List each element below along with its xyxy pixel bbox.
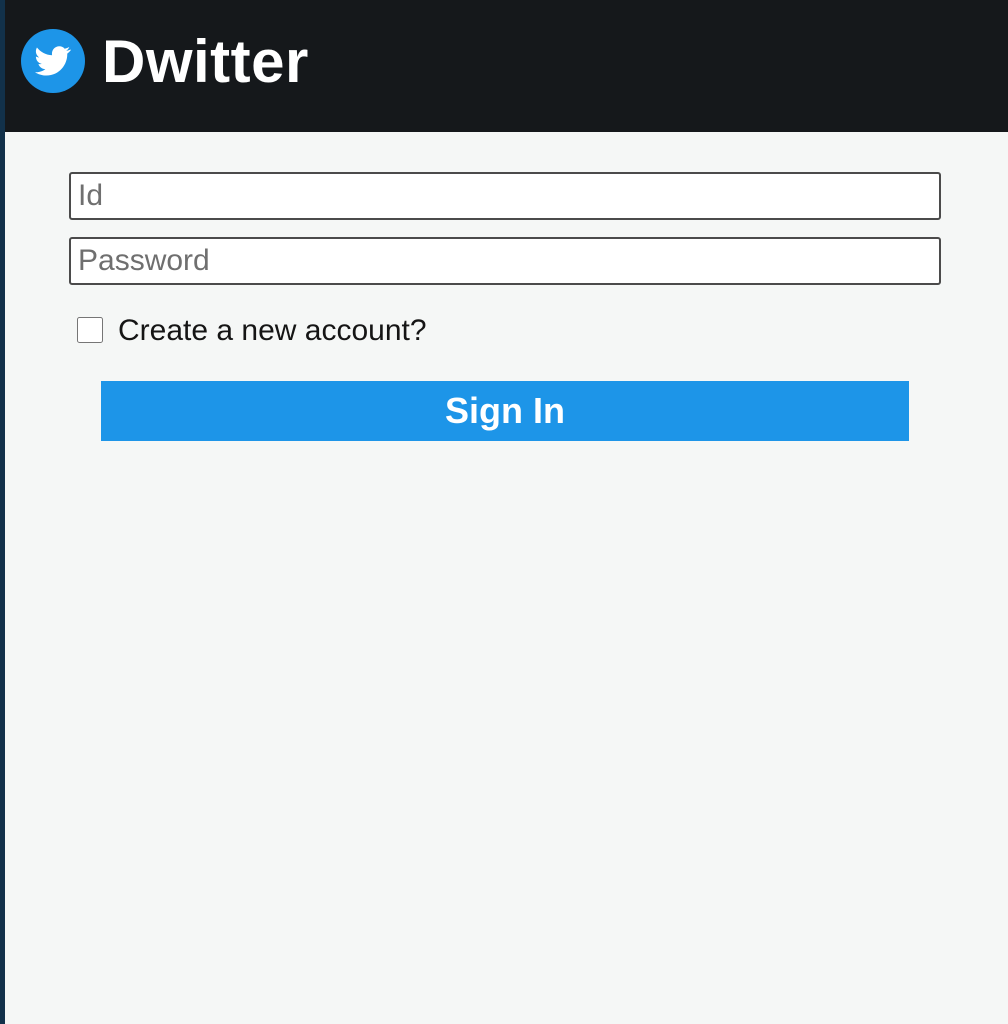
bird-icon bbox=[21, 29, 85, 93]
create-account-checkbox[interactable] bbox=[77, 317, 103, 343]
app-title: Dwitter bbox=[102, 28, 309, 95]
app-window: Dwitter Create a new account? Sign In bbox=[5, 0, 1008, 1024]
id-input[interactable] bbox=[69, 172, 941, 220]
create-account-label[interactable]: Create a new account? bbox=[118, 312, 427, 350]
sign-in-button[interactable]: Sign In bbox=[101, 381, 909, 441]
app-header: Dwitter bbox=[5, 0, 1008, 132]
password-input[interactable] bbox=[69, 237, 941, 285]
